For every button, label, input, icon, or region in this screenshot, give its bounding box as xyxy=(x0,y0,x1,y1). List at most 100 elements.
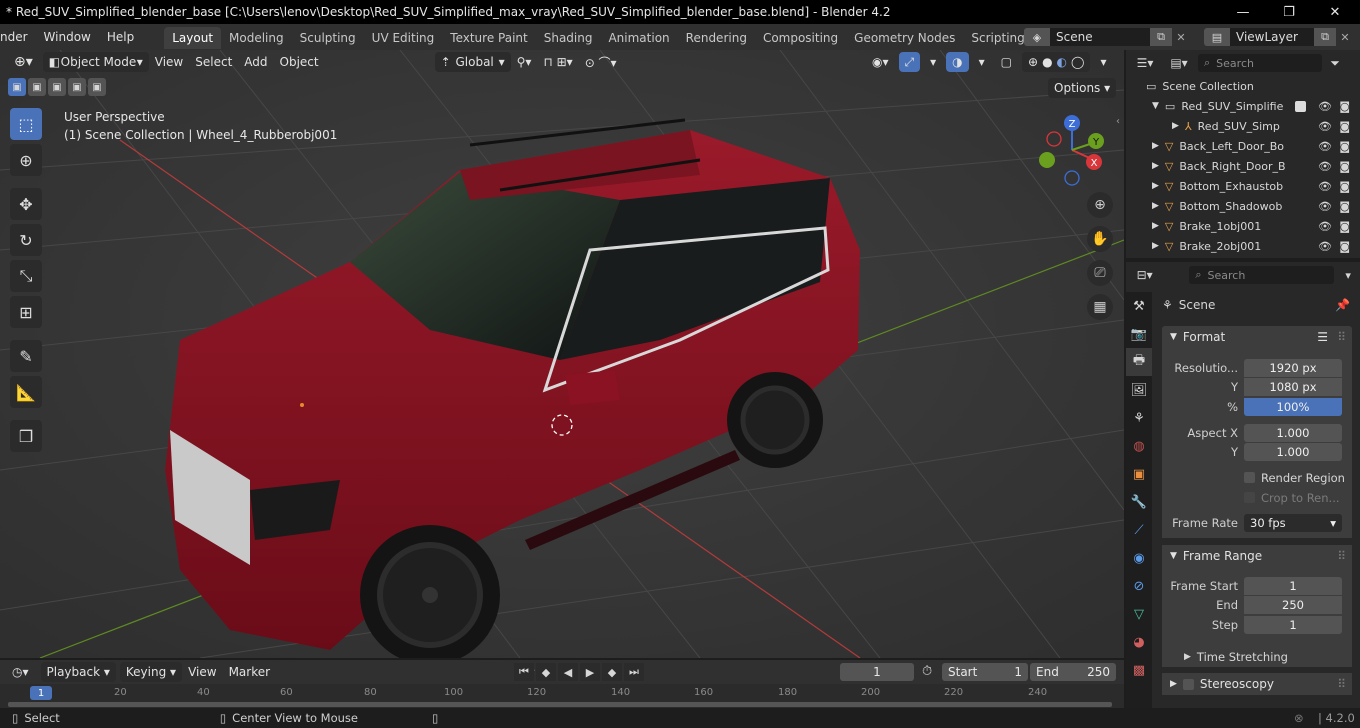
resolution-percent-slider[interactable]: 100% xyxy=(1244,397,1342,416)
outliner-editor-icon[interactable]: ☰▾ xyxy=(1130,56,1160,70)
play-reverse-icon[interactable]: ◀ xyxy=(558,663,578,681)
maximize-button[interactable]: ❐ xyxy=(1266,0,1312,24)
jump-start-icon[interactable]: ⏮ xyxy=(514,663,534,681)
perspective-toggle-icon[interactable]: ▦ xyxy=(1087,294,1113,320)
camera-view-icon[interactable]: ⎚ xyxy=(1087,260,1113,286)
expand-arrow-icon[interactable]: ▶ xyxy=(1172,121,1179,131)
close-button[interactable]: ✕ xyxy=(1312,0,1358,24)
timeline-ruler[interactable]: 1 20 40 60 80 100 120 140 160 180 200 22… xyxy=(0,684,1124,708)
eye-icon[interactable]: 👁 xyxy=(1318,100,1332,113)
texture-tab-icon[interactable]: ▩ xyxy=(1126,656,1152,684)
timeline-menu-marker[interactable]: Marker xyxy=(223,662,276,682)
overlays-dropdown-icon[interactable]: ▾ xyxy=(973,52,991,72)
select-subtract-icon[interactable]: ▣ xyxy=(48,78,66,96)
outliner-row[interactable]: ▶ ▽ Back_Right_Door_B 👁 ◙ xyxy=(1126,156,1360,176)
rotate-tool-icon[interactable]: ↻ xyxy=(10,224,42,256)
filter-icon[interactable]: ⏷ xyxy=(1326,56,1344,71)
frame-start-field[interactable]: 1 xyxy=(1244,576,1342,595)
tab-sculpting[interactable]: Sculpting xyxy=(292,27,364,49)
xray-icon[interactable]: ▢ xyxy=(995,52,1018,72)
tab-modeling[interactable]: Modeling xyxy=(221,27,292,49)
overlays-icon[interactable]: ◑ xyxy=(946,52,969,72)
delete-scene-icon[interactable]: ✕ xyxy=(1172,28,1190,46)
frame-end-field[interactable]: 250 xyxy=(1244,595,1342,614)
aspect-y-field[interactable]: 1.000 xyxy=(1244,442,1342,461)
eye-icon[interactable]: 👁 xyxy=(1318,240,1332,253)
frame-range-panel-header[interactable]: ▼ Frame Range ⠿ xyxy=(1162,545,1352,567)
options-dropdown[interactable]: Options ▾ xyxy=(1048,78,1117,98)
select-extend-icon[interactable]: ▣ xyxy=(28,78,46,96)
outliner-row[interactable]: ▶ ▽ Brake_1obj001 👁 ◙ xyxy=(1126,216,1360,236)
playback-dropdown[interactable]: Playback ▾ xyxy=(40,662,116,682)
data-tab-icon[interactable]: ▽ xyxy=(1126,600,1152,628)
current-frame-field[interactable]: 1 xyxy=(840,663,914,681)
timeline-scrollbar[interactable] xyxy=(8,702,1112,707)
properties-editor-icon[interactable]: ⊟▾ xyxy=(1130,268,1159,282)
expand-arrow-icon[interactable]: ▶ xyxy=(1152,201,1159,211)
tab-shading[interactable]: Shading xyxy=(536,27,601,49)
scene-tab-icon[interactable]: ⚘ xyxy=(1126,404,1152,432)
menu-help[interactable]: Help xyxy=(99,24,142,50)
menu-select[interactable]: Select xyxy=(189,52,238,72)
tab-uv-editing[interactable]: UV Editing xyxy=(364,27,443,49)
camera-icon[interactable]: ◙ xyxy=(1339,100,1350,113)
view-layer-name[interactable]: ViewLayer xyxy=(1230,28,1314,46)
stopwatch-icon[interactable]: ⏱ xyxy=(922,664,932,679)
minimize-button[interactable]: — xyxy=(1220,0,1266,24)
tab-geometry-nodes[interactable]: Geometry Nodes xyxy=(846,27,963,49)
transform-tool-icon[interactable]: ⊞ xyxy=(10,296,42,328)
tab-texture-paint[interactable]: Texture Paint xyxy=(442,27,535,49)
next-keyframe-icon[interactable]: ◆ xyxy=(602,663,622,681)
shading-modes[interactable]: ⊕ ● ◐ ◯ xyxy=(1022,52,1091,72)
select-box-tool-icon[interactable]: ⬚ xyxy=(10,108,42,140)
pan-hand-icon[interactable]: ✋ xyxy=(1087,226,1113,252)
presets-list-icon[interactable]: ☰ xyxy=(1317,330,1328,344)
timeline-menu-view[interactable]: View xyxy=(182,662,222,682)
wireframe-icon[interactable]: ⊕ xyxy=(1028,55,1038,69)
shading-dropdown-icon[interactable]: ▾ xyxy=(1094,52,1112,72)
delete-view-layer-icon[interactable]: ✕ xyxy=(1336,28,1354,46)
new-scene-icon[interactable]: ⧉ xyxy=(1150,28,1172,46)
expand-arrow-icon[interactable]: ▶ xyxy=(1152,161,1159,171)
physics-tab-icon[interactable]: ◉ xyxy=(1126,544,1152,572)
outliner-row[interactable]: ▼ ▭ Red_SUV_Simplifie 👁 ◙ xyxy=(1126,96,1360,116)
menu-add[interactable]: Add xyxy=(238,52,273,72)
eye-icon[interactable]: 👁 xyxy=(1318,220,1332,233)
tab-animation[interactable]: Animation xyxy=(600,27,677,49)
camera-icon[interactable]: ◙ xyxy=(1339,200,1350,213)
resolution-y-field[interactable]: 1080 px xyxy=(1244,377,1342,396)
rendered-icon[interactable]: ◯ xyxy=(1071,55,1084,69)
stereoscopy-panel-header[interactable]: ▶ Stereoscopy ⠿ xyxy=(1162,673,1352,695)
time-stretching-subpanel[interactable]: ▶ Time Stretching xyxy=(1162,647,1352,666)
tab-layout[interactable]: Layout xyxy=(164,27,222,49)
view-layer-tab-icon[interactable]: 🖼 xyxy=(1126,376,1152,404)
drag-handle-icon[interactable]: ⠿ xyxy=(1337,549,1346,563)
snap-icon[interactable]: ⊓ ⊞▾ xyxy=(537,52,578,72)
material-preview-icon[interactable]: ◐ xyxy=(1057,55,1067,69)
outliner-search-input[interactable]: ⌕ Search xyxy=(1198,54,1322,72)
output-tab-icon[interactable]: 🖶 xyxy=(1126,348,1152,376)
view-layer-selector[interactable]: ▤ ViewLayer ⧉ ✕ xyxy=(1204,28,1356,46)
scene-name[interactable]: Scene xyxy=(1050,28,1150,46)
gizmo-dropdown-icon[interactable]: ▾ xyxy=(924,52,942,72)
crop-row[interactable]: Crop to Ren... xyxy=(1162,488,1352,507)
chevron-down-icon[interactable]: ▾ xyxy=(1340,269,1356,282)
outliner-row[interactable]: ▶ ⅄ Red_SUV_Simp 👁 ◙ xyxy=(1126,116,1360,136)
visibility-icon[interactable]: ◉▾ xyxy=(866,52,895,72)
pin-icon[interactable]: 📌 xyxy=(1335,298,1350,312)
move-tool-icon[interactable]: ✥ xyxy=(10,188,42,220)
stereoscopy-checkbox[interactable] xyxy=(1182,678,1194,690)
aspect-x-field[interactable]: 1.000 xyxy=(1244,423,1342,442)
material-tab-icon[interactable]: ◕ xyxy=(1126,628,1152,656)
timeline-editor-icon[interactable]: ◷▾ xyxy=(6,662,35,682)
measure-tool-icon[interactable]: 📐 xyxy=(10,376,42,408)
eye-icon[interactable]: 👁 xyxy=(1318,180,1332,193)
particles-tab-icon[interactable]: ⟋ xyxy=(1126,516,1152,544)
modifier-tab-icon[interactable]: 🔧 xyxy=(1126,488,1152,516)
drag-handle-icon[interactable]: ⠿ xyxy=(1337,330,1346,344)
scale-tool-icon[interactable]: ⤡ xyxy=(10,260,42,292)
camera-icon[interactable]: ◙ xyxy=(1339,220,1350,233)
eye-icon[interactable]: 👁 xyxy=(1318,200,1332,213)
tab-scripting[interactable]: Scripting xyxy=(963,27,1032,49)
display-mode-icon[interactable]: ▤▾ xyxy=(1164,56,1194,70)
